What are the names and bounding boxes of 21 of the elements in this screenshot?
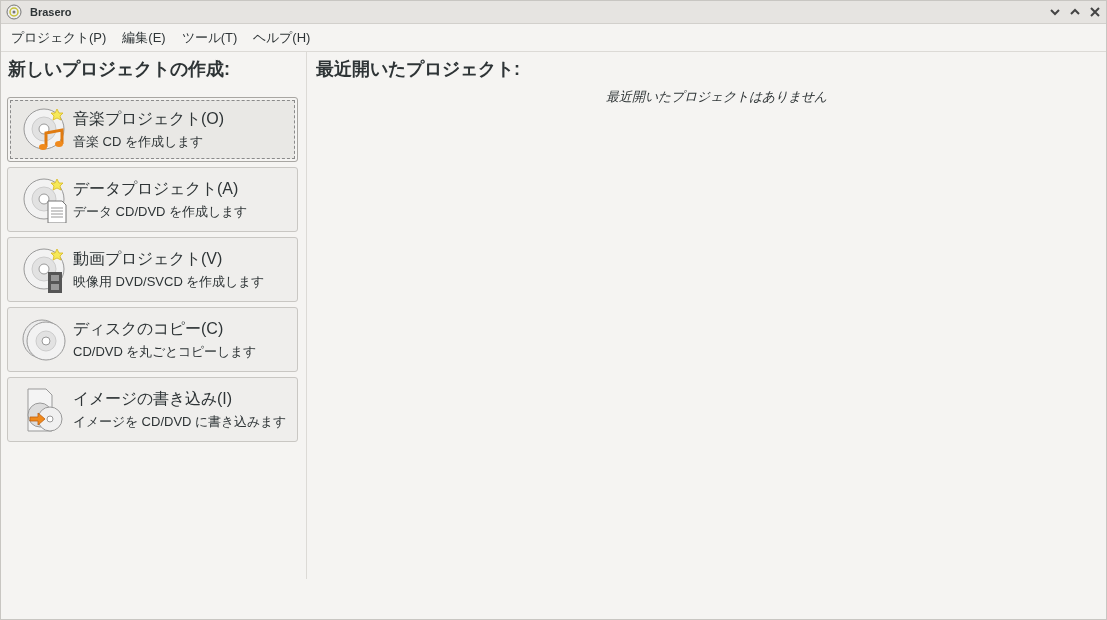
project-button[interactable]: イメージの書き込み(I) イメージを CD/DVD に書き込みます	[7, 377, 298, 442]
project-button[interactable]: 音楽プロジェクト(O) 音楽 CD を作成します	[7, 97, 298, 162]
data-disc-icon	[22, 176, 68, 223]
close-icon[interactable]	[1089, 7, 1101, 17]
music-disc-icon	[22, 106, 68, 153]
section-heading: 最近開いたプロジェクト:	[316, 58, 521, 81]
minimize-icon[interactable]	[1049, 7, 1061, 17]
section-heading: 新しいプロジェクトの作成:	[8, 58, 231, 81]
menu-item[interactable]: ツール(T)	[173, 27, 246, 48]
menu-item[interactable]: プロジェクト(P)	[3, 27, 115, 48]
menu-item[interactable]: 編集(E)	[114, 27, 174, 48]
maximize-icon[interactable]	[1069, 7, 1081, 17]
project-button[interactable]: ディスクのコピー(C) CD/DVD を丸ごとコピーします	[7, 307, 298, 372]
project-button[interactable]: データプロジェクト(A) データ CD/DVD を作成します	[7, 167, 298, 232]
disc-icon	[6, 4, 22, 20]
menu-item[interactable]: ヘルプ(H)	[245, 27, 319, 48]
project-button[interactable]: 動画プロジェクト(V) 映像用 DVD/SVCD を作成します	[7, 237, 298, 302]
disc-copy-icon	[22, 316, 68, 363]
video-disc-icon	[22, 246, 68, 293]
window-title: Brasero	[30, 4, 72, 20]
empty-message: 最近開いたプロジェクトはありません	[606, 88, 827, 106]
